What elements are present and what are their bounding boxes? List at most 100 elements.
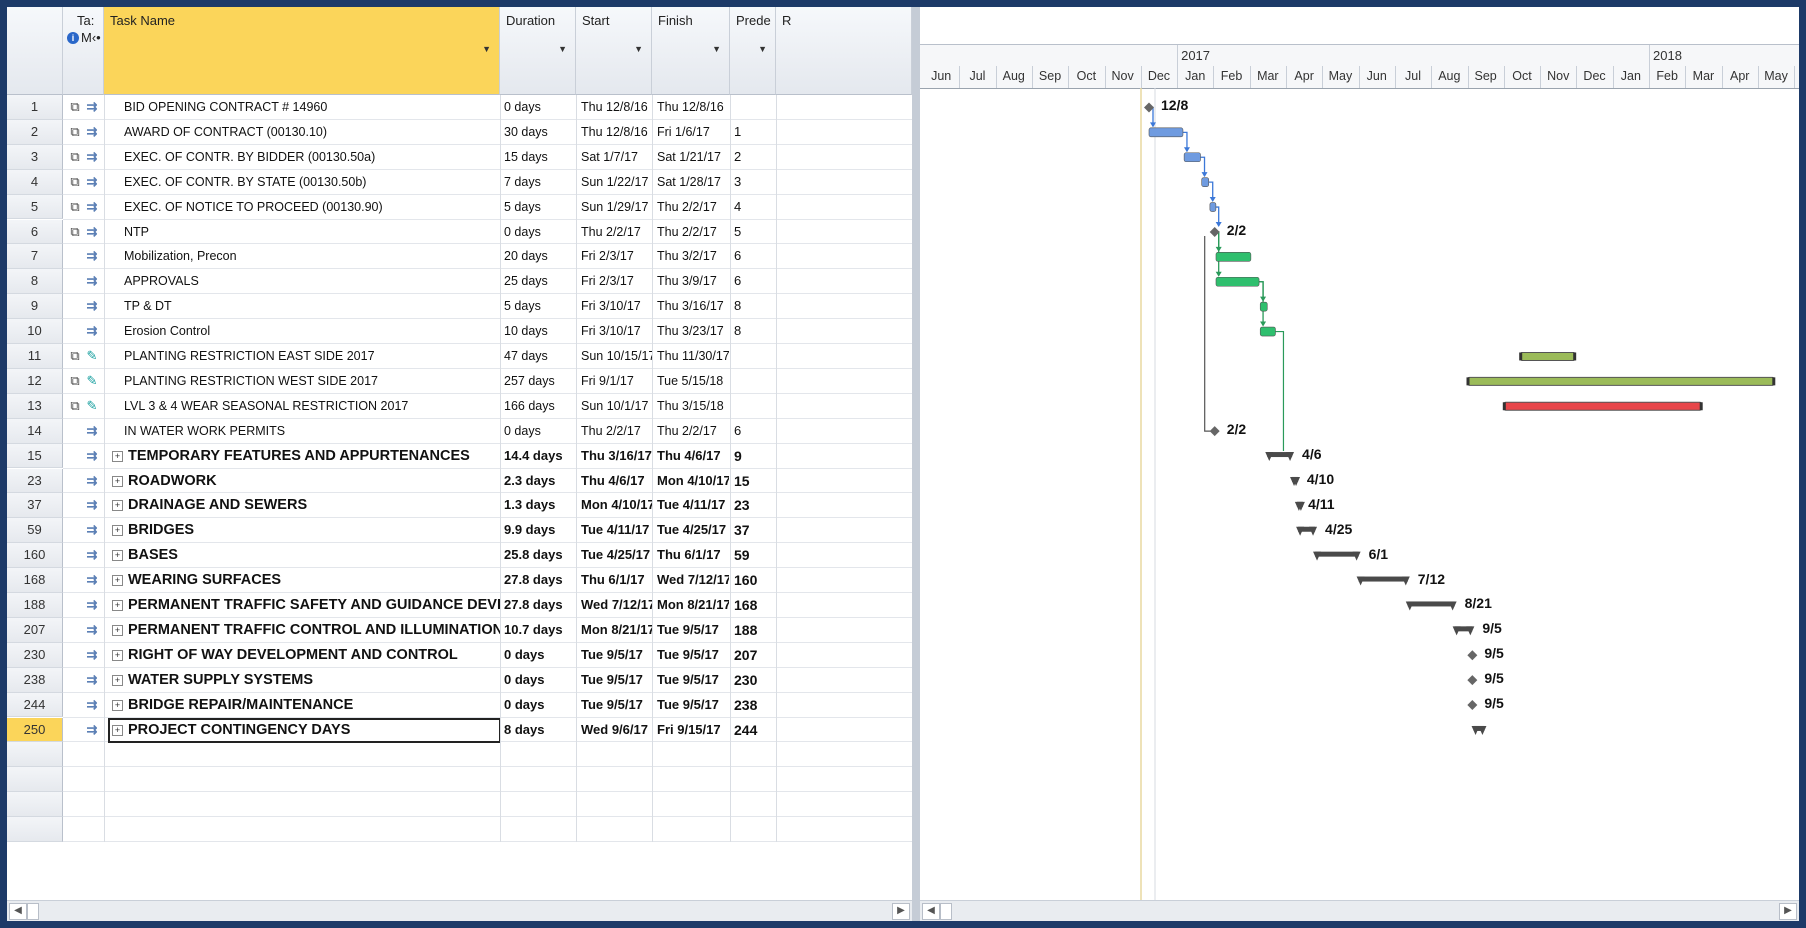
predecessors-cell[interactable]: 8 <box>734 319 774 344</box>
row-number[interactable]: 250 <box>7 717 63 743</box>
expand-icon[interactable]: + <box>112 525 123 537</box>
predecessors-cell[interactable] <box>734 394 774 419</box>
duration-cell[interactable]: 0 days <box>504 693 576 718</box>
scroll-thumb[interactable] <box>27 903 39 920</box>
finish-cell[interactable]: Thu 3/16/17 <box>657 294 729 319</box>
duration-cell[interactable]: 5 days <box>504 294 576 319</box>
column-header-task-mode[interactable]: Ta: i M‹• <box>63 7 104 95</box>
row-number[interactable]: 37 <box>7 493 63 519</box>
scroll-right-icon[interactable]: ▶ <box>892 903 910 920</box>
duration-cell[interactable]: 0 days <box>504 419 576 444</box>
start-cell[interactable]: Sun 10/15/17 <box>581 344 653 369</box>
row-number-empty[interactable] <box>7 742 63 768</box>
start-cell[interactable]: Sun 1/22/17 <box>581 170 653 195</box>
task-name-cell[interactable]: BID OPENING CONTRACT # 14960 <box>112 95 512 120</box>
expand-icon[interactable]: + <box>112 600 123 611</box>
task-name-cell[interactable]: + BRIDGES <box>112 518 500 543</box>
expand-icon[interactable]: + <box>112 500 123 512</box>
finish-cell[interactable]: Tue 9/5/17 <box>657 668 729 693</box>
duration-cell[interactable]: 20 days <box>504 244 576 269</box>
table-horizontal-scrollbar[interactable]: ◀ ▶ <box>7 900 912 921</box>
start-cell[interactable]: Wed 9/6/17 <box>581 718 653 743</box>
duration-cell[interactable]: 8 days <box>504 718 576 743</box>
row-number-empty[interactable] <box>7 792 63 818</box>
row-number[interactable]: 1 <box>7 95 63 120</box>
row-header-corner[interactable] <box>7 7 63 95</box>
predecessors-cell[interactable]: 6 <box>734 419 774 444</box>
column-header-duration[interactable]: Duration ▼ <box>500 7 576 95</box>
predecessors-cell[interactable]: 4 <box>734 195 774 220</box>
predecessors-cell[interactable]: 37 <box>734 518 774 543</box>
start-cell[interactable]: Tue 4/25/17 <box>581 543 653 568</box>
finish-cell[interactable]: Tue 5/15/18 <box>657 369 729 394</box>
scroll-left-icon[interactable]: ◀ <box>922 903 940 920</box>
row-number[interactable]: 3 <box>7 144 63 170</box>
task-name-cell[interactable]: EXEC. OF CONTR. BY BIDDER (00130.50a) <box>112 145 512 170</box>
column-header-finish[interactable]: Finish ▼ <box>652 7 730 95</box>
start-cell[interactable]: Tue 9/5/17 <box>581 643 653 668</box>
row-number[interactable]: 11 <box>7 344 63 369</box>
row-number[interactable]: 23 <box>7 468 63 494</box>
duration-cell[interactable]: 25.8 days <box>504 543 576 568</box>
row-number[interactable]: 8 <box>7 269 63 295</box>
predecessors-cell[interactable] <box>734 95 774 120</box>
finish-cell[interactable]: Thu 12/8/16 <box>657 95 729 120</box>
duration-cell[interactable]: 27.8 days <box>504 593 576 618</box>
row-number[interactable]: 2 <box>7 119 63 145</box>
row-number[interactable]: 9 <box>7 294 63 320</box>
expand-icon[interactable]: + <box>112 575 123 587</box>
task-name-cell[interactable]: LVL 3 & 4 WEAR SEASONAL RESTRICTION 2017 <box>112 394 512 419</box>
predecessors-cell[interactable]: 207 <box>734 643 774 668</box>
row-number[interactable]: 6 <box>7 219 63 245</box>
start-cell[interactable]: Fri 2/3/17 <box>581 269 653 294</box>
duration-cell[interactable]: 0 days <box>504 668 576 693</box>
view-splitter[interactable] <box>912 7 920 921</box>
start-cell[interactable]: Tue 9/5/17 <box>581 693 653 718</box>
predecessors-cell[interactable]: 168 <box>734 593 774 618</box>
row-number[interactable]: 4 <box>7 169 63 195</box>
duration-cell[interactable]: 47 days <box>504 344 576 369</box>
task-name-cell[interactable]: + BRIDGE REPAIR/MAINTENANCE <box>112 693 500 718</box>
finish-cell[interactable]: Thu 2/2/17 <box>657 220 729 245</box>
predecessors-cell[interactable]: 5 <box>734 220 774 245</box>
row-number[interactable]: 207 <box>7 617 63 643</box>
row-number[interactable]: 10 <box>7 319 63 344</box>
task-name-cell[interactable]: + PERMANENT TRAFFIC SAFETY AND GUIDANCE D… <box>112 593 500 618</box>
finish-cell[interactable]: Tue 9/5/17 <box>657 643 729 668</box>
predecessors-cell[interactable]: 6 <box>734 244 774 269</box>
expand-icon[interactable]: + <box>112 475 123 487</box>
row-number-empty[interactable] <box>7 767 63 793</box>
task-name-cell[interactable]: + DRAINAGE AND SEWERS <box>112 493 500 518</box>
finish-cell[interactable]: Thu 11/30/17 <box>657 344 729 369</box>
task-name-cell[interactable]: + BASES <box>112 543 500 568</box>
finish-cell[interactable]: Sat 1/28/17 <box>657 170 729 195</box>
finish-cell[interactable]: Thu 3/2/17 <box>657 244 729 269</box>
row-number[interactable]: 5 <box>7 194 63 220</box>
row-number-empty[interactable] <box>7 817 63 842</box>
predecessors-cell[interactable]: 15 <box>734 469 774 494</box>
start-cell[interactable]: Thu 6/1/17 <box>581 568 653 593</box>
finish-cell[interactable]: Thu 3/15/18 <box>657 394 729 419</box>
start-cell[interactable]: Mon 4/10/17 <box>581 493 653 518</box>
row-number[interactable]: 14 <box>7 418 63 444</box>
start-cell[interactable]: Mon 8/21/17 <box>581 618 653 643</box>
duration-cell[interactable]: 9.9 days <box>504 518 576 543</box>
start-cell[interactable]: Wed 7/12/17 <box>581 593 653 618</box>
duration-cell[interactable]: 1.3 days <box>504 493 576 518</box>
start-cell[interactable]: Sun 10/1/17 <box>581 394 653 419</box>
duration-cell[interactable]: 10.7 days <box>504 618 576 643</box>
row-number[interactable]: 15 <box>7 443 63 469</box>
start-cell[interactable]: Fri 3/10/17 <box>581 294 653 319</box>
task-name-cell[interactable]: + RIGHT OF WAY DEVELOPMENT AND CONTROL <box>112 643 500 668</box>
start-cell[interactable]: Thu 2/2/17 <box>581 220 653 245</box>
predecessors-cell[interactable]: 238 <box>734 693 774 718</box>
start-cell[interactable]: Tue 9/5/17 <box>581 668 653 693</box>
row-number[interactable]: 244 <box>7 692 63 718</box>
task-name-cell[interactable]: + WATER SUPPLY SYSTEMS <box>112 668 500 693</box>
task-name-cell[interactable]: PLANTING RESTRICTION WEST SIDE 2017 <box>112 369 512 394</box>
start-cell[interactable]: Thu 12/8/16 <box>581 95 653 120</box>
predecessors-cell[interactable]: 188 <box>734 618 774 643</box>
predecessors-cell[interactable]: 23 <box>734 493 774 518</box>
predecessors-cell[interactable]: 9 <box>734 444 774 469</box>
duration-cell[interactable]: 10 days <box>504 319 576 344</box>
